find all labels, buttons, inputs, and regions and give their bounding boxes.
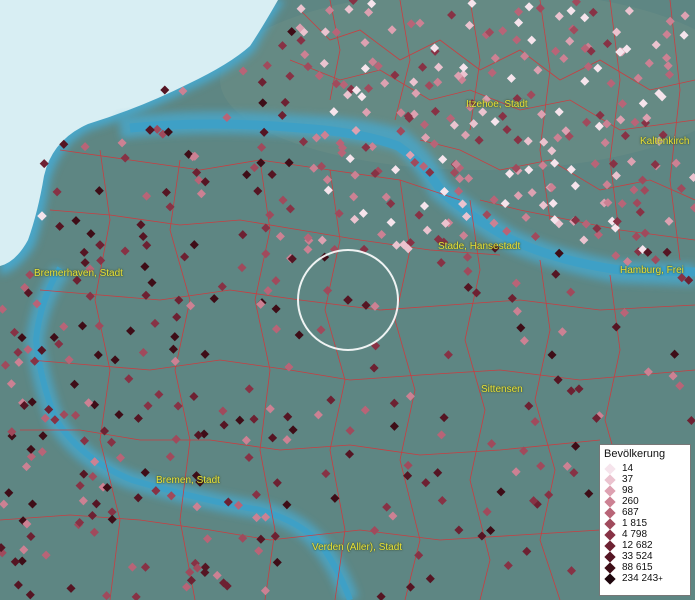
legend-swatch-icon [604,539,616,552]
legend-swatch-icon [604,550,616,563]
legend-label: 12 682 [622,540,653,551]
legend-swatch-icon [604,506,616,519]
legend-row: 234 243+ [604,572,686,585]
legend-row: 88 615 [604,561,686,574]
legend-label: 687 [622,507,639,518]
legend-swatch-icon [604,528,616,541]
legend-label: 33 524 [622,551,653,562]
population-legend: Bevölkerung 14 37 98 260 687 1 815 4 798 12 682… [599,444,691,596]
legend-swatch-icon [604,517,616,530]
place-label-bremen: Bremen, Stadt [156,475,220,486]
legend-label: 260 [622,496,639,507]
legend-swatch-icon [604,462,616,475]
legend-label: 234 243+ [622,573,663,584]
legend-label: 98 [622,485,634,496]
legend-swatch-icon [604,495,616,508]
place-label-stade: Stade, Hansestadt [438,241,521,252]
legend-swatch-icon [604,572,616,585]
legend-classes: 14 37 98 260 687 1 815 4 798 12 682 33 524 88 615… [604,462,686,585]
legend-row: 1 815 [604,517,686,530]
legend-row: 14 [604,462,686,475]
legend-swatch-icon [604,473,616,486]
place-label-kaltenkirchen: Kaltenkirch [640,136,690,147]
legend-label: 37 [622,474,634,485]
legend-title: Bevölkerung [604,448,666,460]
legend-row: 33 524 [604,550,686,563]
place-label-verden: Verden (Aller), Stadt [312,542,403,553]
legend-label: 1 815 [622,518,648,529]
map-canvas[interactable] [0,0,695,600]
legend-label: 14 [622,463,634,474]
legend-row: 260 [604,495,686,508]
legend-swatch-icon [604,484,616,497]
place-label-bremerhaven: Bremerhaven, Stadt [34,268,123,279]
legend-row: 12 682 [604,539,686,552]
place-label-itzehoe: Itzehoe, Stadt [466,99,528,110]
place-label-sittensen: Sittensen [481,384,523,395]
legend-row: 98 [604,484,686,497]
legend-row: 37 [604,473,686,486]
legend-row: 4 798 [604,528,686,541]
legend-label: 4 798 [622,529,648,540]
legend-label: 88 615 [622,562,653,573]
place-label-hamburg: Hamburg, Frei [620,265,684,276]
legend-swatch-icon [604,561,616,574]
legend-row: 687 [604,506,686,519]
